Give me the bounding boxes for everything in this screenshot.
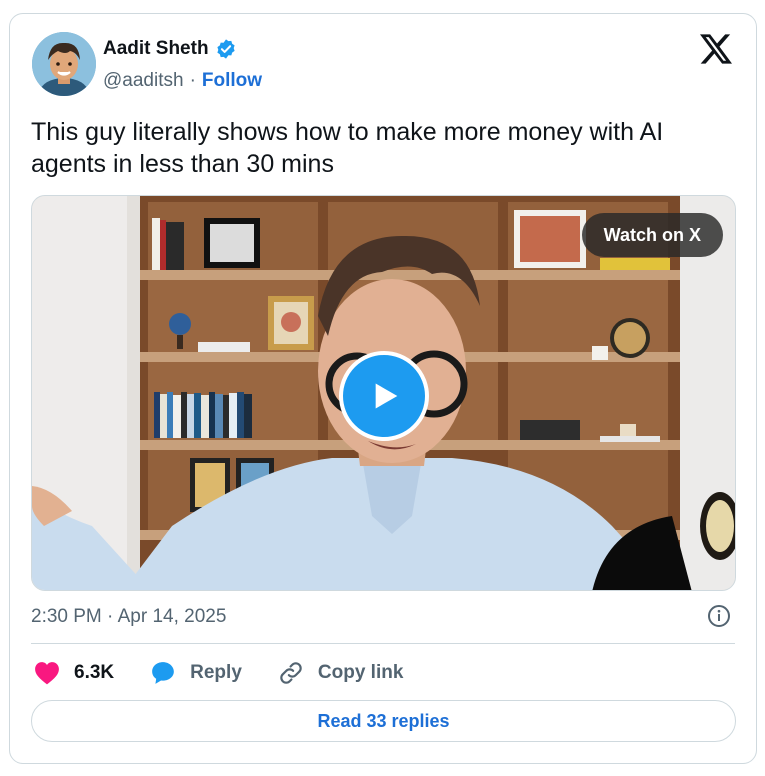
copy-link-button[interactable]: Copy link [278, 660, 404, 686]
follow-button[interactable]: Follow [202, 70, 262, 92]
separator-dot: · [189, 70, 196, 91]
play-icon [375, 383, 398, 409]
author-name[interactable]: Aadit Sheth [103, 38, 209, 60]
tweet-timestamp[interactable]: 2:30 PM · Apr 14, 2025 [31, 606, 226, 628]
like-count: 6.3K [74, 662, 115, 683]
avatar[interactable] [32, 32, 96, 96]
author-handle-row: @aaditsh · Follow [103, 70, 262, 92]
info-icon[interactable] [707, 604, 731, 628]
play-button[interactable] [339, 351, 429, 441]
author-name-row: Aadit Sheth [103, 38, 237, 60]
x-logo-icon[interactable] [700, 34, 732, 64]
like-button[interactable]: 6.3K [34, 660, 114, 686]
heart-icon [34, 660, 60, 686]
video-thumbnail[interactable]: Watch on X [31, 195, 736, 591]
tweet-text: This guy literally shows how to make mor… [31, 118, 664, 178]
verified-badge-icon [216, 39, 235, 59]
read-replies-button[interactable]: Read 33 replies [31, 700, 736, 742]
reply-bubble-icon [150, 660, 176, 686]
tweet-card: Aadit Sheth @aaditsh · Follow This guy l… [9, 13, 757, 764]
avatar-illustration [32, 32, 96, 96]
reply-button[interactable]: Reply [150, 660, 242, 686]
author-handle[interactable]: @aaditsh [103, 70, 184, 92]
divider [31, 643, 735, 644]
link-icon [278, 660, 304, 686]
reply-label: Reply [190, 662, 242, 683]
copy-link-label: Copy link [317, 662, 404, 683]
watch-on-x-button[interactable]: Watch on X [581, 213, 723, 257]
action-bar: 6.3K Reply Copy link [34, 658, 439, 688]
